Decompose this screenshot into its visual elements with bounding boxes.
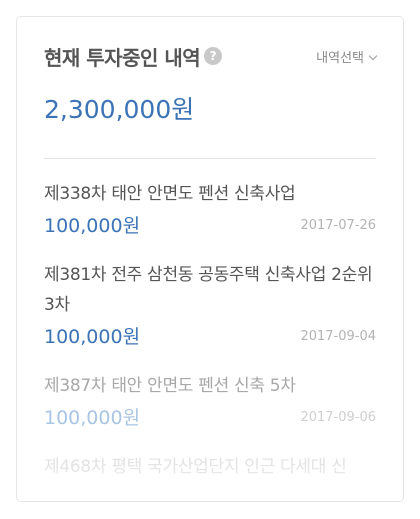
investment-amount: 100,000원 bbox=[44, 215, 141, 237]
investment-item[interactable]: 제338차 태안 안면도 펜션 신축사업 100,000원 2017-07-26 bbox=[44, 179, 376, 243]
total-investment-amount: 2,300,000원 bbox=[44, 95, 195, 124]
history-select-dropdown[interactable]: 내역선택 bbox=[316, 47, 378, 66]
investment-title: 제338차 태안 안면도 펜션 신축사업 bbox=[44, 184, 296, 204]
investment-item[interactable]: 제387차 태안 안면도 펜션 신축 5차 100,000원 2017-09-0… bbox=[44, 371, 376, 435]
divider bbox=[44, 158, 376, 159]
investment-item[interactable]: 제468차 평택 국가산업단지 인근 다세대 신 bbox=[44, 452, 376, 482]
investment-title: 제468차 평택 국가산업단지 인근 다세대 신 bbox=[44, 457, 347, 477]
card-title: 현재 투자중인 내역 bbox=[44, 46, 201, 70]
help-icon[interactable]: ? bbox=[204, 46, 223, 65]
chevron-down-icon bbox=[368, 51, 378, 61]
card-header: 현재 투자중인 내역? 내역선택 bbox=[44, 17, 378, 86]
investment-card: 현재 투자중인 내역? 내역선택 2,300,000원 제338차 태안 안면도… bbox=[16, 16, 404, 502]
investment-date: 2017-07-26 bbox=[300, 218, 376, 233]
history-select-label: 내역선택 bbox=[316, 51, 364, 66]
investment-title: 제387차 태안 안면도 펜션 신축 5차 bbox=[44, 376, 296, 396]
investment-date: 2017-09-06 bbox=[300, 410, 376, 425]
investment-item[interactable]: 제381차 전주 삼천동 공동주택 신축사업 2순위 3차 100,000원 2… bbox=[44, 260, 376, 354]
investment-list: 제338차 태안 안면도 펜션 신축사업 100,000원 2017-07-26… bbox=[44, 179, 376, 482]
investment-title: 제381차 전주 삼천동 공동주택 신축사업 2순위 3차 bbox=[44, 265, 373, 315]
investment-amount: 100,000원 bbox=[44, 407, 141, 429]
investment-amount: 100,000원 bbox=[44, 326, 141, 348]
investment-date: 2017-09-04 bbox=[300, 329, 376, 344]
